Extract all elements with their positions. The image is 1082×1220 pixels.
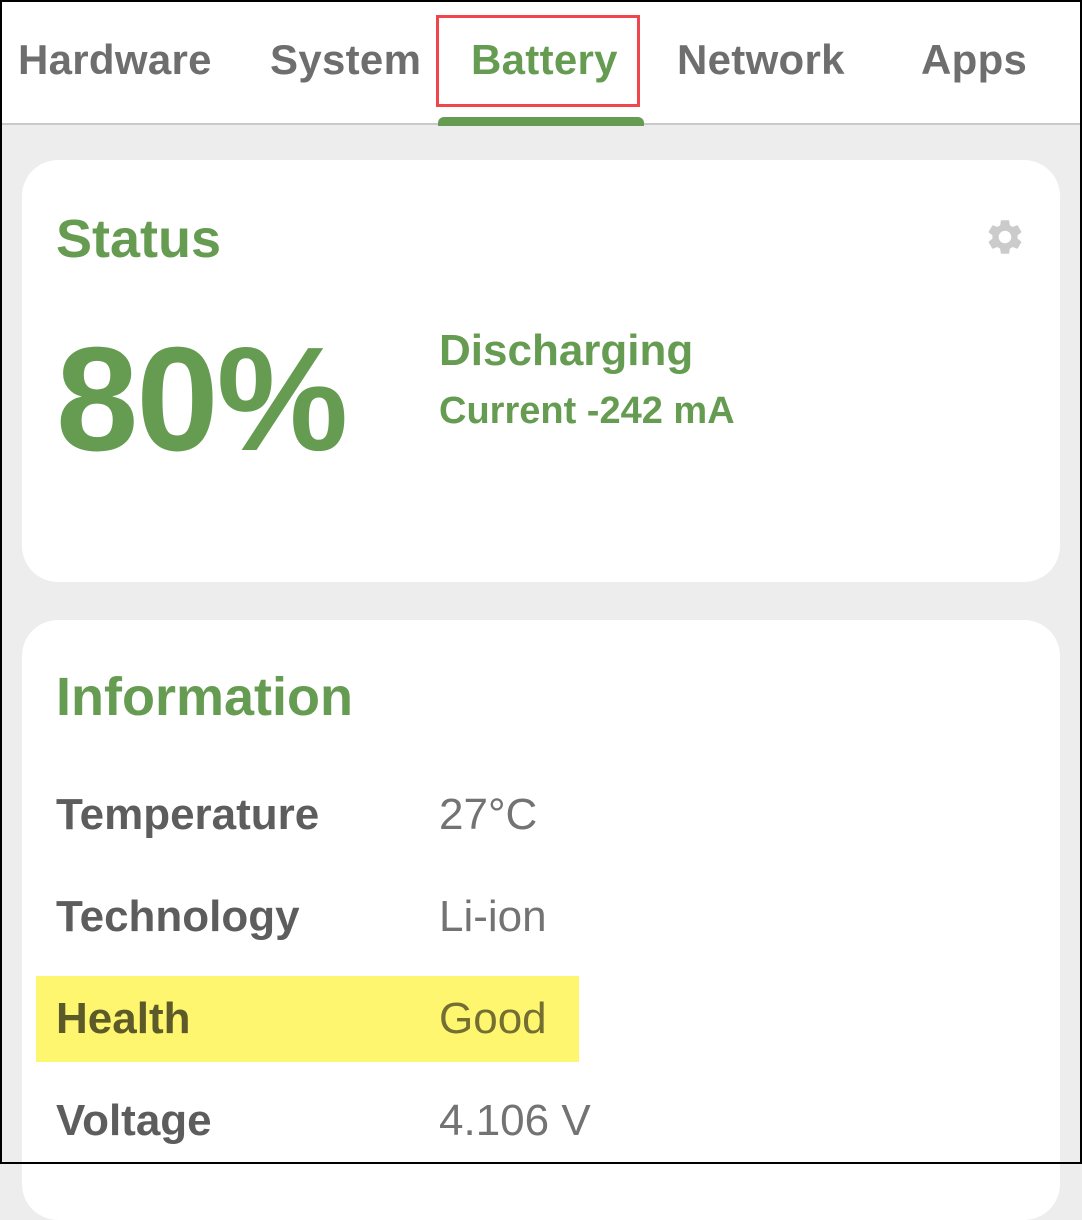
active-tab-indicator [438,117,644,126]
information-title: Information [56,667,353,727]
info-row-technology: Technology Li-ion [22,892,1060,952]
status-title: Status [56,209,222,269]
battery-level-percent: 80% [56,317,348,482]
information-card: Information Temperature 27°C Technology … [22,620,1060,1220]
tab-apps[interactable]: Apps [921,36,1027,84]
info-value: Li-ion [439,892,547,941]
info-row-temperature: Temperature 27°C [22,790,1060,850]
charge-state: Discharging [439,326,694,375]
tab-network[interactable]: Network [677,36,845,84]
info-row-voltage: Voltage 4.106 V [22,1096,1060,1156]
info-label: Voltage [56,1096,212,1145]
tab-system[interactable]: System [270,36,421,84]
gear-icon[interactable] [984,216,1026,258]
annotation-box-battery-tab [436,15,640,107]
info-value: 4.106 V [439,1096,591,1145]
annotation-highlight-health-row [36,976,579,1062]
battery-current: Current -242 mA [439,390,735,432]
tab-bar: Hardware System Battery Network Apps [0,0,1082,126]
info-value: 27°C [439,790,538,839]
status-card: Status 80% Discharging Current -242 mA [22,160,1060,582]
tab-hardware[interactable]: Hardware [18,36,212,84]
info-label: Technology [56,892,300,941]
info-label: Temperature [56,790,320,839]
